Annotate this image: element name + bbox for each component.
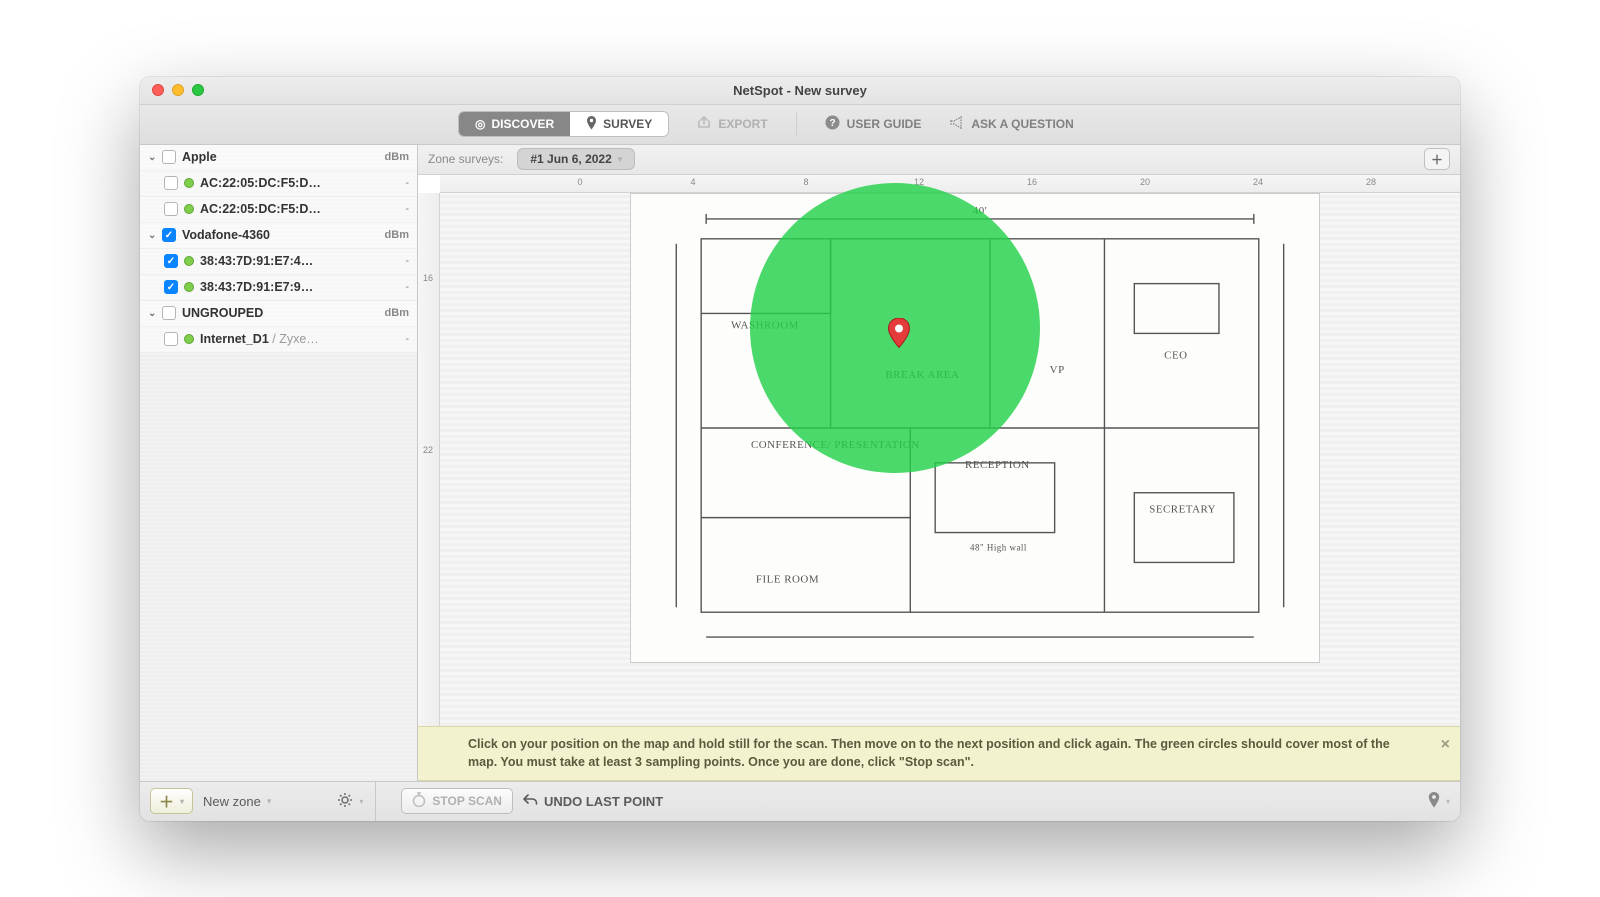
maximize-window-icon[interactable] [192,84,204,96]
traffic-lights [152,84,204,96]
svg-text:48" High wall: 48" High wall [970,542,1027,552]
user-guide-button[interactable]: ? USER GUIDE [825,115,922,133]
sidebar-item[interactable]: AC:22:05:DC:F5:D… - [140,197,417,223]
pin-icon [1428,792,1440,811]
undo-last-point-button[interactable]: UNDO LAST POINT [523,793,663,810]
sidebar-group-apple[interactable]: ⌄ Apple dBm [140,145,417,171]
svg-text:?: ? [829,118,835,129]
svg-text:SECRETARY: SECRETARY [1149,503,1216,515]
export-button[interactable]: EXPORT [697,116,767,132]
status-dot-icon [184,334,194,344]
close-window-icon[interactable] [152,84,164,96]
zone-survey-selector[interactable]: #1 Jun 6, 2022 ▾ [517,148,635,170]
svg-text:VP: VP [1050,364,1065,376]
svg-text:RECEPTION: RECEPTION [965,458,1030,470]
mode-segment: ◎ DISCOVER SURVEY [458,111,669,137]
chevron-down-icon: ▾ [1446,797,1450,806]
chevron-down-icon: ▾ [618,154,623,165]
ruler-horizontal: 0 4 8 12 16 20 24 28 [440,175,1460,193]
network-sidebar[interactable]: ⌄ Apple dBm AC:22:05:DC:F5:D… - AC:22:05… [140,145,418,781]
gear-menu[interactable]: ▾ [337,792,363,811]
instruction-banner: Click on your position on the map and ho… [418,726,1460,780]
undo-icon [523,793,538,810]
sidebar-item[interactable]: 38:43:7D:91:E7:4… - [140,249,417,275]
group-checkbox[interactable] [162,306,176,320]
export-icon [697,116,711,132]
zone-survey-bar: Zone surveys: #1 Jun 6, 2022 ▾ ＋ [418,145,1460,175]
chevron-down-icon: ⌄ [148,308,162,319]
item-checkbox[interactable] [164,176,178,190]
scan-point-pin-icon[interactable] [888,318,910,353]
separator [796,112,797,136]
megaphone-icon [949,116,964,132]
discover-tab[interactable]: ◎ DISCOVER [459,112,570,136]
locate-menu[interactable]: ▾ [1428,792,1450,811]
sidebar-item[interactable]: AC:22:05:DC:F5:D… - [140,171,417,197]
chevron-down-icon: ▾ [267,796,272,807]
target-icon: ◎ [475,117,485,131]
titlebar: NetSpot - New survey [140,77,1460,105]
ruler-vertical: 16 22 [418,193,440,727]
status-dot-icon [184,204,194,214]
svg-text:FILE ROOM: FILE ROOM [756,573,819,585]
plus-icon: ＋ [159,791,174,812]
sidebar-group-vodafone[interactable]: ⌄ Vodafone-4360 dBm [140,223,417,249]
close-hint-button[interactable]: × [1441,733,1450,756]
help-icon: ? [825,115,840,133]
window-title: NetSpot - New survey [140,83,1460,98]
new-zone-menu[interactable]: New zone ▾ [203,794,271,809]
sidebar-group-ungrouped[interactable]: ⌄ UNGROUPED dBm [140,301,417,327]
chevron-down-icon: ⌄ [148,152,162,163]
item-checkbox[interactable] [164,202,178,216]
status-dot-icon [184,256,194,266]
footer-toolbar: ＋ ▾ New zone ▾ ▾ STOP SCAN UNDO LAST POI… [140,781,1460,821]
ask-question-button[interactable]: ASK A QUESTION [949,116,1073,132]
gear-icon [337,792,353,811]
app-window: NetSpot - New survey ◎ DISCOVER SURVEY E… [140,77,1460,821]
survey-tab[interactable]: SURVEY [570,112,668,136]
main-toolbar: ◎ DISCOVER SURVEY EXPORT ? USER GUIDE [140,105,1460,145]
chevron-down-icon: ▾ [359,797,363,806]
item-checkbox[interactable] [164,332,178,346]
group-checkbox[interactable] [162,228,176,242]
group-checkbox[interactable] [162,150,176,164]
chevron-down-icon: ⌄ [148,230,162,241]
add-button[interactable]: ＋ ▾ [150,788,193,814]
stopwatch-icon [412,792,426,810]
zone-surveys-label: Zone surveys: [428,152,503,166]
item-checkbox[interactable] [164,254,178,268]
status-dot-icon [184,178,194,188]
pin-icon [586,116,597,133]
sidebar-item[interactable]: Internet_D1 / Zyxe… - [140,327,417,353]
sidebar-item[interactable]: 38:43:7D:91:E7:9… - [140,275,417,301]
item-checkbox[interactable] [164,280,178,294]
svg-text:CEO: CEO [1164,349,1187,361]
status-dot-icon [184,282,194,292]
minimize-window-icon[interactable] [172,84,184,96]
add-zone-survey-button[interactable]: ＋ [1424,148,1450,170]
chevron-down-icon: ▾ [180,797,184,806]
map-canvas[interactable]: 0 4 8 12 16 20 24 28 16 22 [418,175,1460,727]
stop-scan-button[interactable]: STOP SCAN [401,788,513,814]
